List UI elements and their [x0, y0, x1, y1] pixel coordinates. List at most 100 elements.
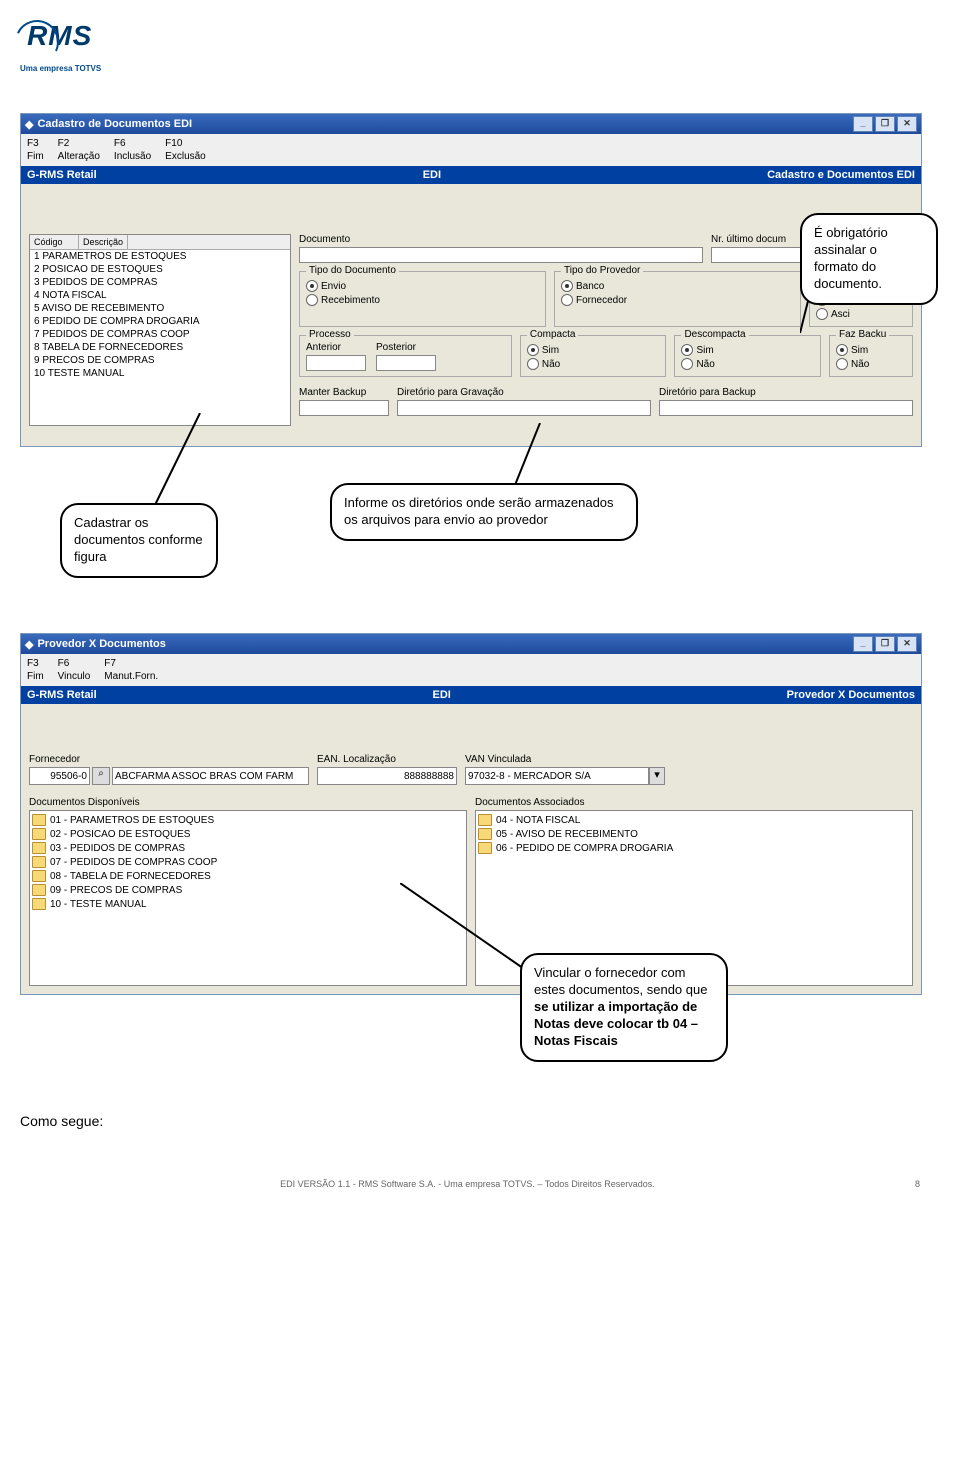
body-text: Como segue:: [20, 1113, 940, 1129]
window-title-1: Cadastro de Documentos EDI: [37, 118, 192, 130]
maximize-button[interactable]: ❐: [875, 116, 895, 132]
radio-backup-sim[interactable]: [836, 344, 848, 356]
window-title-2: Provedor X Documentos: [37, 638, 165, 650]
label-fornecedor: Fornecedor: [29, 754, 309, 765]
callout-vincular: Vincular o fornecedor com estes document…: [520, 953, 728, 1061]
label-van: VAN Vinculada: [465, 754, 665, 765]
tree-item[interactable]: 06 - PEDIDO DE COMPRA DROGARIA: [478, 841, 910, 855]
label-manter-backup: Manter Backup: [299, 387, 389, 398]
tree-item[interactable]: 08 - TABELA DE FORNECEDORES: [32, 869, 464, 883]
search-icon[interactable]: ⌕: [92, 767, 110, 785]
dir-gravacao-input[interactable]: [397, 400, 651, 416]
radio-banco[interactable]: [561, 280, 573, 292]
gb-tipo-prov: Tipo do Provedor: [561, 265, 643, 276]
gb-tipo-doc: Tipo do Documento: [306, 265, 399, 276]
label-docs-disp: Documentos Disponíveis: [29, 797, 467, 808]
radio-envio[interactable]: [306, 280, 318, 292]
menu-f10[interactable]: F10: [165, 138, 218, 149]
menubar-2: F3 F6 F7 Fim Vinculo Manut.Forn.: [21, 654, 921, 686]
window-icon: ◆: [25, 638, 33, 651]
tree-item[interactable]: 01 - PARAMETROS DE ESTOQUES: [32, 813, 464, 827]
menu-vinculo[interactable]: Vinculo: [58, 671, 103, 682]
chevron-down-icon[interactable]: ▾: [649, 767, 665, 785]
radio-desc-sim[interactable]: [681, 344, 693, 356]
label-docs-assoc: Documentos Associados: [475, 797, 913, 808]
menu-alteracao[interactable]: Alteração: [58, 151, 112, 162]
gb-descompacta: Descompacta: [681, 329, 748, 340]
van-select[interactable]: [465, 767, 649, 785]
radio-fornecedor[interactable]: [561, 294, 573, 306]
col-codigo: Código: [30, 235, 79, 249]
radio-compacta-nao[interactable]: [527, 358, 539, 370]
list-item[interactable]: 1 PARAMETROS DE ESTOQUES: [30, 250, 290, 263]
tree-item[interactable]: 10 - TESTE MANUAL: [32, 897, 464, 911]
gb-compacta: Compacta: [527, 329, 579, 340]
label-dir-backup: Diretório para Backup: [659, 387, 913, 398]
list-item[interactable]: 5 AVISO DE RECEBIMENTO: [30, 302, 290, 315]
documents-listbox[interactable]: Código Descrição 1 PARAMETROS DE ESTOQUE…: [29, 234, 291, 426]
menu-f3[interactable]: F3: [27, 658, 56, 669]
list-item[interactable]: 9 PRECOS DE COMPRAS: [30, 354, 290, 367]
tree-item[interactable]: 02 - POSICAO DE ESTOQUES: [32, 827, 464, 841]
menu-fim[interactable]: Fim: [27, 671, 56, 682]
menu-f6[interactable]: F6: [114, 138, 163, 149]
menu-f7[interactable]: F7: [104, 658, 170, 669]
list-item[interactable]: 3 PEDIDOS DE COMPRAS: [30, 276, 290, 289]
logo-subtitle: Uma empresa TOTVS: [20, 64, 940, 73]
menu-inclusao[interactable]: Inclusão: [114, 151, 163, 162]
tree-item[interactable]: 07 - PEDIDOS DE COMPRAS COOP: [32, 855, 464, 869]
label-dir-grav: Diretório para Gravação: [397, 387, 651, 398]
radio-backup-nao[interactable]: [836, 358, 848, 370]
list-item[interactable]: 7 PEDIDOS DE COMPRAS COOP: [30, 328, 290, 341]
maximize-button[interactable]: ❐: [875, 636, 895, 652]
menu-f2[interactable]: F2: [58, 138, 112, 149]
list-item[interactable]: 2 POSICAO DE ESTOQUES: [30, 263, 290, 276]
titlebar-1: ◆ Cadastro de Documentos EDI _ ❐ ✕: [21, 114, 921, 134]
window-icon: ◆: [25, 118, 33, 131]
bluebar-mid: EDI: [423, 169, 441, 181]
folder-icon: [478, 814, 492, 826]
ean-input[interactable]: [317, 767, 457, 785]
window-provedor: ◆ Provedor X Documentos _ ❐ ✕ F3 F6 F7 F…: [20, 633, 922, 995]
section-bar-2: G-RMS Retail EDI Provedor X Documentos: [21, 686, 921, 704]
minimize-button[interactable]: _: [853, 636, 873, 652]
menu-fim[interactable]: Fim: [27, 151, 56, 162]
menu-f3[interactable]: F3: [27, 138, 56, 149]
label-ean: EAN. Localização: [317, 754, 457, 765]
docs-disponiveis-tree[interactable]: 01 - PARAMETROS DE ESTOQUES02 - POSICAO …: [29, 810, 467, 986]
folder-icon: [32, 842, 46, 854]
radio-recebimento[interactable]: [306, 294, 318, 306]
section-bar-1: G-RMS Retail EDI Cadastro e Documentos E…: [21, 166, 921, 184]
menu-exclusao[interactable]: Exclusão: [165, 151, 218, 162]
close-button[interactable]: ✕: [897, 116, 917, 132]
radio-asci[interactable]: [816, 308, 828, 320]
close-button[interactable]: ✕: [897, 636, 917, 652]
anterior-input[interactable]: [306, 355, 366, 371]
tree-item[interactable]: 04 - NOTA FISCAL: [478, 813, 910, 827]
dir-backup-input[interactable]: [659, 400, 913, 416]
list-item[interactable]: 10 TESTE MANUAL: [30, 367, 290, 380]
list-item[interactable]: 6 PEDIDO DE COMPRA DROGARIA: [30, 315, 290, 328]
posterior-input[interactable]: [376, 355, 436, 371]
folder-icon: [32, 814, 46, 826]
fornecedor-desc-input[interactable]: [112, 767, 309, 785]
tree-item[interactable]: 05 - AVISO DE RECEBIMENTO: [478, 827, 910, 841]
tree-item[interactable]: 03 - PEDIDOS DE COMPRAS: [32, 841, 464, 855]
radio-compacta-sim[interactable]: [527, 344, 539, 356]
col-descricao: Descrição: [79, 235, 128, 249]
manter-backup-input[interactable]: [299, 400, 389, 416]
window-cadastro: ◆ Cadastro de Documentos EDI _ ❐ ✕ F3 F2…: [20, 113, 922, 447]
list-item[interactable]: 4 NOTA FISCAL: [30, 289, 290, 302]
menu-manut-forn[interactable]: Manut.Forn.: [104, 671, 170, 682]
tree-item[interactable]: 09 - PRECOS DE COMPRAS: [32, 883, 464, 897]
documento-input[interactable]: [299, 247, 703, 263]
bluebar-right: Cadastro e Documentos EDI: [767, 169, 915, 181]
callout-diretorios: Informe os diretórios onde serão armazen…: [330, 483, 638, 541]
list-item[interactable]: 8 TABELA DE FORNECEDORES: [30, 341, 290, 354]
logo: RMS Uma empresa TOTVS: [20, 20, 940, 73]
menu-f6[interactable]: F6: [58, 658, 103, 669]
folder-icon: [32, 898, 46, 910]
fornecedor-codigo-input[interactable]: [29, 767, 90, 785]
radio-desc-nao[interactable]: [681, 358, 693, 370]
minimize-button[interactable]: _: [853, 116, 873, 132]
